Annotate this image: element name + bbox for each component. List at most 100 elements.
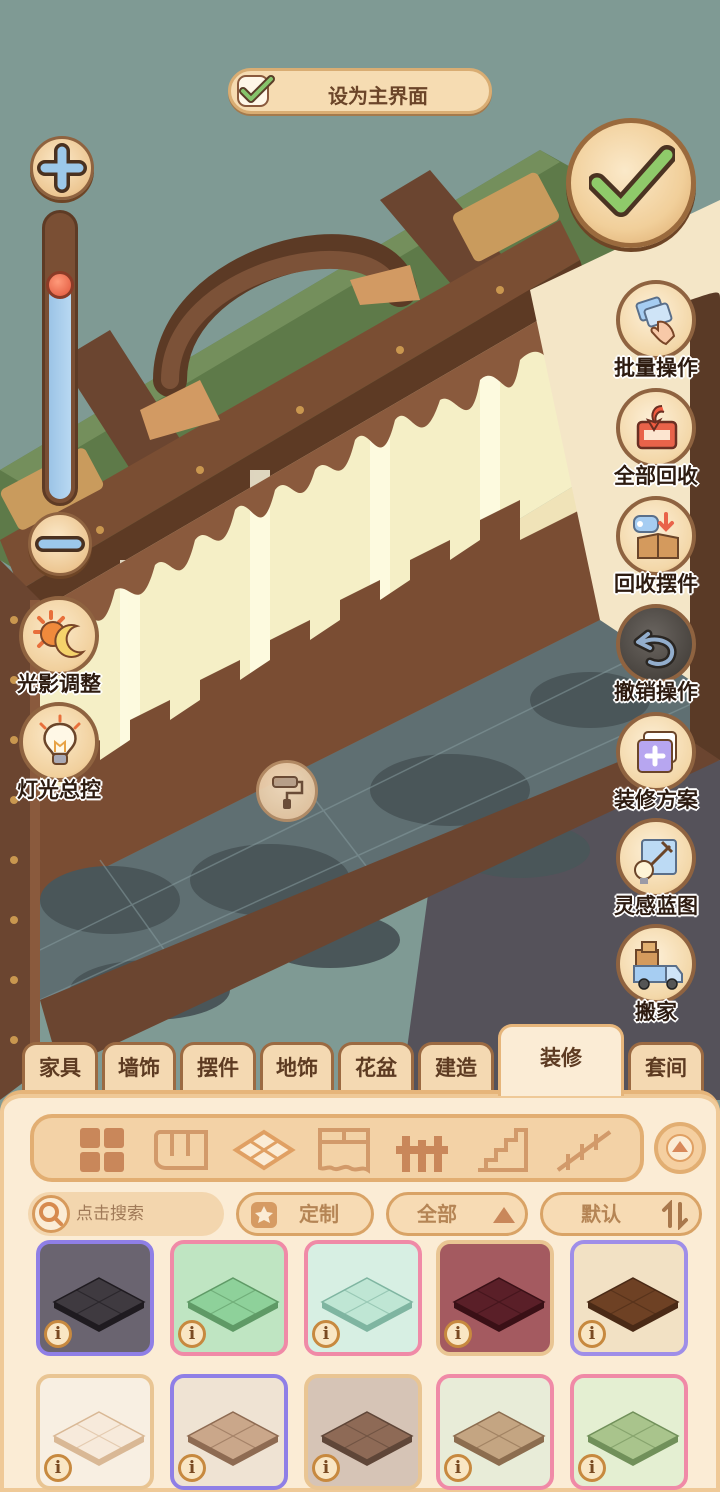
item-card-ornate-tile-floor[interactable]: i (304, 1374, 422, 1490)
scope-dropdown[interactable]: 全部 (386, 1192, 528, 1236)
set-main-screen-toggle[interactable]: 设为主界面 (228, 68, 492, 114)
recycle-decor-icon (633, 512, 679, 559)
scope-dropdown-label: 全部 (417, 1202, 457, 1226)
item-card-herringbone-floor[interactable]: i (436, 1374, 554, 1490)
undo-button[interactable]: 撤销操作 (604, 604, 708, 706)
recycle-decor-label: 回收摆件 (614, 572, 698, 596)
custom-filter-label: 定制 (299, 1202, 339, 1226)
build-panel: 定制 全部 默认 i i i i i i i i i i (0, 1090, 720, 1492)
light-master-button[interactable]: 灯光总控 (14, 702, 104, 804)
set-main-screen-label: 设为主界面 (328, 84, 428, 108)
zoom-slider[interactable] (42, 210, 78, 506)
search-box[interactable] (28, 1192, 224, 1236)
fence-icon[interactable] (392, 1126, 456, 1174)
info-icon[interactable]: i (312, 1454, 340, 1482)
info-icon[interactable]: i (578, 1454, 606, 1482)
info-icon[interactable]: i (44, 1320, 72, 1348)
star-badge-icon (251, 1202, 277, 1228)
light-master-circle (19, 702, 99, 782)
decor-plan-circle (616, 712, 696, 792)
plus-icon (37, 143, 87, 193)
item-card-burgundy-floor[interactable]: i (436, 1240, 554, 1356)
zoom-out-button[interactable] (28, 512, 92, 576)
item-card-dark-stone-floor[interactable]: i (36, 1240, 154, 1356)
tab-renovation[interactable]: 装修 (498, 1024, 624, 1096)
tab-ornaments[interactable]: 摆件 (180, 1042, 256, 1092)
window-icon[interactable] (312, 1126, 376, 1174)
zoom-in-button[interactable] (30, 136, 94, 200)
tab-furniture[interactable]: 家具 (22, 1042, 98, 1092)
recycle-all-button[interactable]: 全部回收 (604, 388, 708, 490)
tab-flowerpots[interactable]: 花盆 (338, 1042, 414, 1092)
info-icon[interactable]: i (178, 1454, 206, 1482)
recycle-all-circle (616, 388, 696, 468)
sort-dropdown-label: 默认 (581, 1202, 621, 1226)
batch-operation-circle (616, 280, 696, 360)
search-input[interactable] (76, 1198, 216, 1230)
sort-arrows-icon (662, 1200, 688, 1230)
batch-operation-button[interactable]: 批量操作 (604, 280, 708, 382)
decor-plan-label: 装修方案 (614, 788, 698, 812)
item-card-mint-pattern-floor[interactable]: i (304, 1240, 422, 1356)
item-card-beige-checker-floor[interactable]: i (170, 1374, 288, 1490)
sort-dropdown[interactable]: 默认 (540, 1192, 702, 1236)
minus-icon (35, 536, 85, 552)
info-icon[interactable]: i (178, 1320, 206, 1348)
moving-truck-icon (633, 941, 683, 990)
lightbulb-icon (39, 714, 81, 765)
batch-operation-label: 批量操作 (614, 356, 698, 380)
decor-plan-button[interactable]: 装修方案 (604, 712, 708, 814)
plan-card-icon (637, 731, 677, 773)
custom-filter-button[interactable]: 定制 (236, 1192, 374, 1236)
recycle-decor-button[interactable]: 回收摆件 (604, 496, 708, 598)
info-icon[interactable]: i (444, 1454, 472, 1482)
category-tabs: 家具 墙饰 摆件 地饰 花盆 建造 装修 套间 (0, 1024, 720, 1096)
zoom-slider-handle[interactable] (46, 271, 74, 299)
recycle-all-icon (636, 405, 678, 450)
sun-moon-icon (33, 610, 87, 658)
item-card-wood-plank-floor[interactable]: i (570, 1240, 688, 1356)
inspiration-blueprint-circle (616, 818, 696, 898)
item-card-green-meadow-floor[interactable]: i (170, 1240, 288, 1356)
undo-label: 撤销操作 (614, 680, 698, 704)
undo-circle (616, 604, 696, 684)
move-house-label: 搬家 (635, 1000, 677, 1024)
tab-build[interactable]: 建造 (418, 1042, 494, 1092)
chevron-up-icon (666, 1134, 694, 1162)
subcategory-bar (30, 1114, 644, 1182)
info-icon[interactable]: i (444, 1320, 472, 1348)
recycle-all-label: 全部回收 (614, 464, 698, 488)
batch-hand-icon (635, 296, 676, 346)
blueprint-icon (634, 839, 677, 884)
zoom-slider-fill (49, 284, 71, 499)
light-master-label: 灯光总控 (17, 778, 101, 802)
tab-floor-decor[interactable]: 地饰 (260, 1042, 334, 1092)
tab-wall-decor[interactable]: 墙饰 (102, 1042, 176, 1092)
lighting-adjust-button[interactable]: 光影调整 (14, 596, 104, 698)
info-icon[interactable]: i (578, 1320, 606, 1348)
paint-roller-icon (272, 776, 304, 809)
lighting-adjust-label: 光影调整 (17, 672, 101, 696)
tab-suites[interactable]: 套间 (628, 1042, 704, 1092)
item-card-green-brick-floor[interactable]: i (570, 1374, 688, 1490)
info-icon[interactable]: i (312, 1320, 340, 1348)
stairs-icon[interactable] (472, 1126, 536, 1174)
collapse-panel-button[interactable] (654, 1122, 706, 1174)
confirm-check-icon (589, 145, 675, 217)
floor-tile-icon[interactable] (232, 1126, 296, 1174)
inspiration-blueprint-button[interactable]: 灵感蓝图 (604, 818, 708, 920)
lighting-adjust-circle (19, 596, 99, 676)
wallpaper-icon[interactable] (152, 1126, 216, 1174)
item-card-cream-tile-floor[interactable]: i (36, 1374, 154, 1490)
info-icon[interactable]: i (44, 1454, 72, 1482)
filter-row: 定制 全部 默认 (0, 1192, 720, 1240)
confirm-button[interactable] (566, 118, 696, 248)
search-icon (32, 1195, 70, 1233)
move-house-button[interactable]: 搬家 (604, 924, 708, 1026)
move-house-circle (616, 924, 696, 1004)
railing-icon[interactable] (552, 1126, 616, 1174)
recycle-decor-circle (616, 496, 696, 576)
triangle-up-icon (493, 1207, 515, 1223)
paint-roller-marker[interactable] (256, 760, 318, 822)
all-grid-icon[interactable] (72, 1126, 136, 1174)
